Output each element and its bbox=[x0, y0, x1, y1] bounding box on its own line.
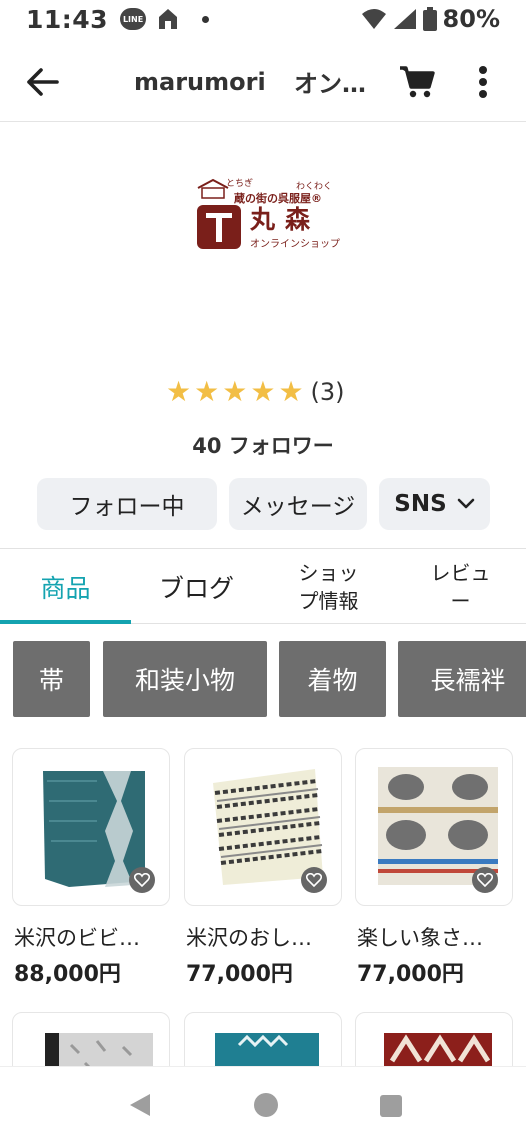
star-icon: ★ bbox=[194, 375, 220, 408]
cart-button[interactable] bbox=[392, 52, 442, 112]
status-bar: 11:43 LINE 80% bbox=[0, 0, 526, 38]
favorite-button[interactable] bbox=[472, 867, 498, 893]
back-arrow-icon bbox=[27, 67, 59, 96]
product-price: 77,000円 bbox=[186, 962, 293, 987]
message-button[interactable]: メッセージ bbox=[229, 478, 367, 530]
back-button[interactable] bbox=[0, 42, 84, 122]
product-card[interactable] bbox=[184, 748, 342, 906]
star-icon: ★ bbox=[250, 375, 276, 408]
battery-percent: 80% bbox=[442, 5, 500, 33]
nav-home-icon[interactable] bbox=[254, 1093, 278, 1117]
nav-recent-apps-icon[interactable] bbox=[380, 1095, 402, 1117]
heart-icon bbox=[477, 873, 493, 887]
home-notification-icon bbox=[159, 9, 178, 29]
signal-icon bbox=[393, 9, 416, 29]
product-card[interactable] bbox=[12, 748, 170, 906]
shop-tabs: 商品 ブログ ショッ プ情報 レビュ ー bbox=[0, 548, 526, 624]
star-icon: ★ bbox=[166, 375, 192, 408]
favorite-button[interactable] bbox=[129, 867, 155, 893]
page-subtitle: オン… bbox=[294, 70, 366, 98]
favorite-button[interactable] bbox=[301, 867, 327, 893]
shop-rating[interactable]: ★ ★ ★ ★ ★ (3) bbox=[166, 375, 345, 408]
sns-label: SNS bbox=[394, 491, 447, 517]
battery-icon bbox=[422, 7, 437, 31]
logo-subtitle: オンラインショップ bbox=[250, 239, 340, 250]
star-icon: ★ bbox=[278, 375, 304, 408]
category-kimono[interactable]: 着物 bbox=[279, 641, 386, 717]
nav-back-icon[interactable] bbox=[128, 1093, 152, 1117]
product-card[interactable] bbox=[355, 748, 513, 906]
tab-reviews[interactable]: レビュ ー bbox=[395, 549, 526, 625]
wifi-icon bbox=[361, 9, 386, 29]
storehouse-roof-icon bbox=[197, 178, 229, 199]
cart-icon bbox=[400, 65, 435, 97]
star-icon: ★ bbox=[222, 375, 248, 408]
tab-shop-info[interactable]: ショッ プ情報 bbox=[263, 549, 394, 625]
follower-count: 40 フォロワー bbox=[192, 434, 334, 458]
category-nagajuban[interactable]: 長襦袢 bbox=[398, 641, 526, 717]
tab-products[interactable]: 商品 bbox=[0, 549, 131, 625]
more-vertical-icon bbox=[479, 65, 487, 98]
page-title: marumori bbox=[134, 67, 266, 96]
heart-icon bbox=[134, 873, 150, 887]
category-obi[interactable]: 帯 bbox=[13, 641, 90, 717]
notification-icons: LINE bbox=[120, 7, 210, 31]
product-name[interactable]: 楽しい象さ… bbox=[357, 922, 483, 952]
heart-icon bbox=[306, 873, 322, 887]
sns-dropdown[interactable]: SNS bbox=[379, 478, 490, 530]
app-bar: marumori オン… bbox=[0, 42, 526, 122]
chevron-down-icon bbox=[457, 498, 474, 509]
product-price: 77,000円 bbox=[357, 962, 464, 987]
logo-name: 丸森 bbox=[250, 205, 321, 234]
tab-blog[interactable]: ブログ bbox=[131, 549, 262, 625]
product-price: 88,000円 bbox=[14, 962, 121, 987]
review-count: (3) bbox=[310, 378, 345, 406]
line-app-icon: LINE bbox=[120, 8, 147, 30]
active-tab-indicator bbox=[0, 620, 131, 624]
system-status: 80% bbox=[361, 5, 500, 33]
more-options-button[interactable] bbox=[458, 52, 508, 112]
follow-button[interactable]: フォロー中 bbox=[37, 478, 217, 530]
logo-mark-icon bbox=[197, 205, 241, 249]
shop-logo: とちぎ わくわく 蔵の街の呉服屋® 丸森 オンラインショップ bbox=[196, 178, 340, 254]
category-accessories[interactable]: 和装小物 bbox=[103, 641, 267, 717]
more-notifications-dot-icon bbox=[202, 15, 210, 23]
product-name[interactable]: 米沢のビビ… bbox=[14, 922, 140, 952]
system-nav-bar bbox=[0, 1066, 526, 1140]
status-time: 11:43 bbox=[26, 4, 109, 34]
logo-reading-top: とちぎ bbox=[226, 179, 254, 189]
product-name[interactable]: 米沢のおし… bbox=[186, 922, 312, 952]
